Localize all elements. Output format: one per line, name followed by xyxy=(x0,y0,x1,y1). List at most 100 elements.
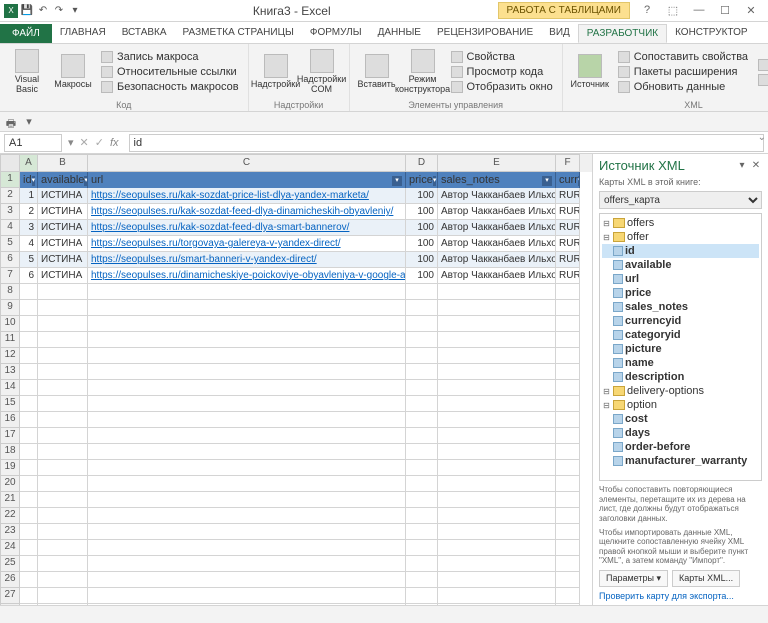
table-header-price[interactable]: price▾ xyxy=(406,172,438,189)
cell[interactable] xyxy=(438,444,556,460)
tree-node-categoryid[interactable]: categoryid xyxy=(602,328,759,342)
ribbon-источник[interactable]: Источник xyxy=(569,46,611,98)
cell[interactable] xyxy=(88,556,406,572)
cell[interactable] xyxy=(438,332,556,348)
name-box-dropdown-icon[interactable]: ▾ xyxy=(68,136,74,149)
tab-file[interactable]: ФАЙЛ xyxy=(0,24,52,43)
cell[interactable]: 5 xyxy=(20,252,38,268)
cell[interactable]: 100 xyxy=(406,204,438,220)
cell[interactable] xyxy=(38,380,88,396)
cell[interactable] xyxy=(88,444,406,460)
cell[interactable] xyxy=(556,316,580,332)
worksheet[interactable]: ABCDEF 1id▾available▾url▾price▾sales_not… xyxy=(0,154,592,605)
row-header[interactable]: 20 xyxy=(0,476,20,492)
cell[interactable] xyxy=(438,476,556,492)
cell[interactable] xyxy=(438,428,556,444)
cell[interactable] xyxy=(88,572,406,588)
cell[interactable] xyxy=(406,380,438,396)
xml-tree[interactable]: ⊟offers⊟offeridavailableurlpricesales_no… xyxy=(599,213,762,481)
cell[interactable] xyxy=(20,444,38,460)
ribbon-visual-basic[interactable]: Visual Basic xyxy=(6,46,48,98)
row-header[interactable]: 3 xyxy=(0,204,20,220)
cell[interactable] xyxy=(20,332,38,348)
tree-node-delivery-options[interactable]: ⊟delivery-options xyxy=(602,384,759,398)
cell[interactable]: RUR xyxy=(556,236,580,252)
row-header[interactable]: 16 xyxy=(0,412,20,428)
cell[interactable]: RUR xyxy=(556,252,580,268)
cell[interactable] xyxy=(88,380,406,396)
cell[interactable] xyxy=(438,396,556,412)
pane-close-icon[interactable]: ✕ xyxy=(750,160,762,171)
cell[interactable] xyxy=(556,556,580,572)
table-header-curr[interactable]: curr▾ xyxy=(556,172,580,189)
cell[interactable] xyxy=(20,412,38,428)
ribbon-сопоставить-свойства[interactable]: Сопоставить свойства xyxy=(615,50,751,64)
row-header[interactable]: 23 xyxy=(0,524,20,540)
cell[interactable] xyxy=(38,492,88,508)
row-header[interactable]: 17 xyxy=(0,428,20,444)
cell[interactable] xyxy=(20,460,38,476)
cell[interactable] xyxy=(438,348,556,364)
cell[interactable] xyxy=(438,524,556,540)
cell[interactable]: 3 xyxy=(20,220,38,236)
cell[interactable] xyxy=(556,396,580,412)
ribbon-отобразить-окно[interactable]: Отобразить окно xyxy=(448,80,556,94)
row-header[interactable]: 24 xyxy=(0,540,20,556)
tree-node-order-before[interactable]: order-before xyxy=(602,440,759,454)
cell[interactable] xyxy=(406,476,438,492)
tab-главная[interactable]: ГЛАВНАЯ xyxy=(52,24,114,43)
ribbon-макросы[interactable]: Макросы xyxy=(52,46,94,98)
row-header[interactable]: 13 xyxy=(0,364,20,380)
select-all-corner[interactable] xyxy=(0,154,20,172)
cell[interactable] xyxy=(556,588,580,604)
cell[interactable] xyxy=(38,508,88,524)
ribbon-относительные-ссылки[interactable]: Относительные ссылки xyxy=(98,65,242,79)
ribbon-свойства[interactable]: Свойства xyxy=(448,50,556,64)
cell[interactable] xyxy=(88,284,406,300)
cell[interactable] xyxy=(88,492,406,508)
minimize-icon[interactable]: — xyxy=(688,4,710,17)
cell[interactable] xyxy=(88,524,406,540)
cell[interactable]: ИСТИНА xyxy=(38,188,88,204)
cell[interactable] xyxy=(88,396,406,412)
cell[interactable] xyxy=(38,444,88,460)
cell[interactable]: https://seopulses.ru/kak-sozdat-price-li… xyxy=(88,188,406,204)
tab-вставка[interactable]: ВСТАВКА xyxy=(114,24,175,43)
cell[interactable] xyxy=(20,556,38,572)
ribbon-пакеты-расширения[interactable]: Пакеты расширения xyxy=(615,65,751,79)
cell[interactable] xyxy=(438,412,556,428)
tree-node-id[interactable]: id xyxy=(602,244,759,258)
cell[interactable] xyxy=(556,572,580,588)
formula-input[interactable] xyxy=(129,134,764,152)
tree-node-name[interactable]: name xyxy=(602,356,759,370)
cell[interactable]: ИСТИНА xyxy=(38,220,88,236)
cell[interactable] xyxy=(406,428,438,444)
table-header-id[interactable]: id▾ xyxy=(20,172,38,189)
cell[interactable] xyxy=(20,508,38,524)
filter-dropdown-icon[interactable]: ▾ xyxy=(32,176,36,186)
table-header-url[interactable]: url▾ xyxy=(88,172,406,189)
cell[interactable]: 100 xyxy=(406,252,438,268)
tree-node-offers[interactable]: ⊟offers xyxy=(602,216,759,230)
ribbon-запись-макроса[interactable]: Запись макроса xyxy=(98,50,242,64)
row-header[interactable]: 15 xyxy=(0,396,20,412)
tree-node-sales_notes[interactable]: sales_notes xyxy=(602,300,759,314)
cell[interactable] xyxy=(406,508,438,524)
tab-формулы[interactable]: ФОРМУЛЫ xyxy=(302,24,370,43)
tree-node-description[interactable]: description xyxy=(602,370,759,384)
cell[interactable] xyxy=(406,492,438,508)
ribbon-вставить[interactable]: Вставить xyxy=(356,46,398,98)
tree-node-url[interactable]: url xyxy=(602,272,759,286)
cell[interactable] xyxy=(38,556,88,572)
row-header[interactable]: 26 xyxy=(0,572,20,588)
tab-конструктор[interactable]: КОНСТРУКТОР xyxy=(667,24,755,43)
cell[interactable]: 100 xyxy=(406,268,438,284)
cell[interactable] xyxy=(20,588,38,604)
cell[interactable]: RUR xyxy=(556,204,580,220)
cell[interactable]: https://seopulses.ru/kak-sozdat-feed-dly… xyxy=(88,220,406,236)
cell[interactable] xyxy=(556,492,580,508)
cell[interactable] xyxy=(438,380,556,396)
cell[interactable] xyxy=(20,572,38,588)
row-header[interactable]: 4 xyxy=(0,220,20,236)
cell[interactable] xyxy=(38,588,88,604)
